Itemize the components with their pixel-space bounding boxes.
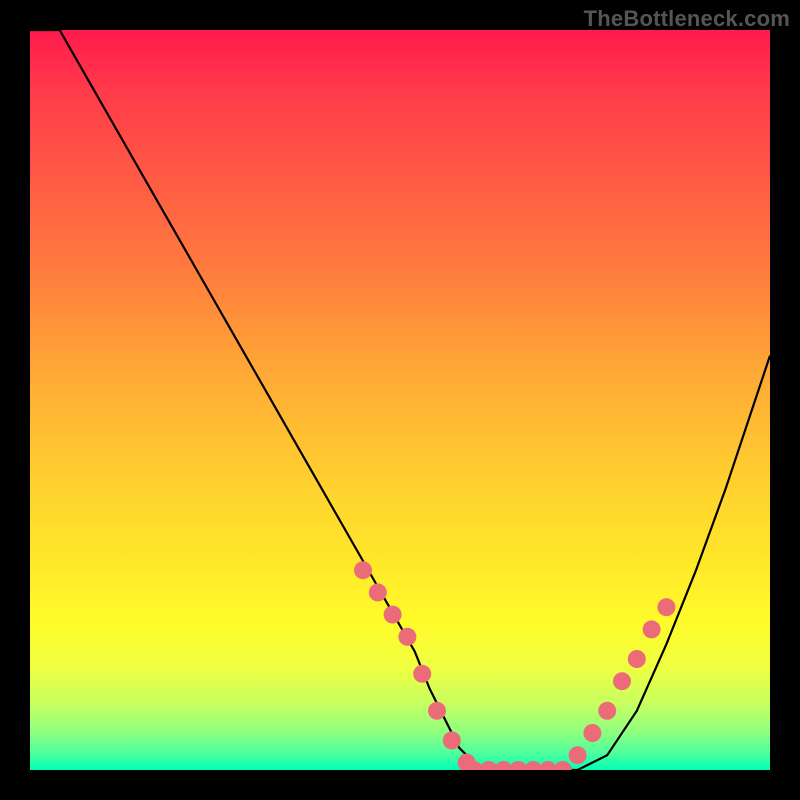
chart-area xyxy=(30,30,770,770)
marker-dot xyxy=(643,620,661,638)
marker-dot xyxy=(369,583,387,601)
marker-dot xyxy=(428,702,446,720)
outer-frame: TheBottleneck.com xyxy=(0,0,800,800)
marker-group xyxy=(354,561,675,770)
marker-dot xyxy=(413,665,431,683)
marker-dot xyxy=(569,746,587,764)
marker-dot xyxy=(598,702,616,720)
bottleneck-curve xyxy=(30,30,770,770)
marker-dot xyxy=(384,606,402,624)
marker-dot xyxy=(554,761,572,770)
marker-dot xyxy=(657,598,675,616)
marker-dot xyxy=(583,724,601,742)
marker-dot xyxy=(443,731,461,749)
marker-dot xyxy=(398,628,416,646)
marker-dot xyxy=(628,650,646,668)
marker-dot xyxy=(354,561,372,579)
watermark-text: TheBottleneck.com xyxy=(584,6,790,32)
chart-svg xyxy=(30,30,770,770)
marker-dot xyxy=(613,672,631,690)
